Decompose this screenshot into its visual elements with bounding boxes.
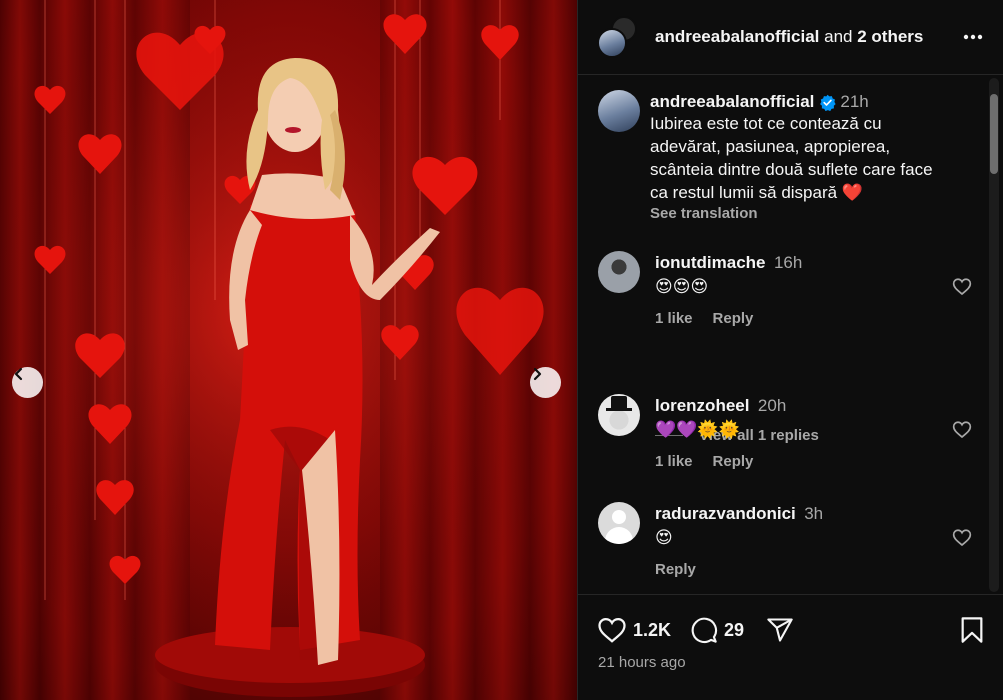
comment-username[interactable]: radurazvandonici xyxy=(655,504,796,523)
like-comment-button[interactable] xyxy=(952,528,972,552)
comment-button[interactable]: 29 xyxy=(690,616,744,644)
more-icon xyxy=(963,34,983,40)
reply-button[interactable]: Reply xyxy=(713,310,754,327)
post-header: andreeabalanofficial and 2 others xyxy=(578,0,1003,75)
bookmark-icon xyxy=(961,617,983,643)
comment-text: 💜💜🌞🌞 xyxy=(655,420,740,439)
caption-username[interactable]: andreeabalanofficial xyxy=(650,92,814,112)
chevron-right-icon xyxy=(533,367,542,381)
avatar[interactable] xyxy=(598,251,640,293)
comment-count: 29 xyxy=(724,619,745,640)
author-username[interactable]: andreeabalanofficial xyxy=(655,27,819,46)
scrollbar-thumb[interactable] xyxy=(990,94,998,174)
see-translation-link[interactable]: See translation xyxy=(650,205,980,222)
like-comment-button[interactable] xyxy=(952,277,972,301)
caption-time: 21h xyxy=(840,92,869,111)
photo-illustration xyxy=(0,0,577,700)
comment-username[interactable]: lorenzoheel xyxy=(655,396,749,415)
post-side-panel: andreeabalanofficial and 2 others andree… xyxy=(577,0,1003,700)
avatar[interactable] xyxy=(598,90,640,132)
avatar[interactable] xyxy=(597,28,627,58)
comment-item: radurazvandonici 3h 😍 Reply xyxy=(598,502,988,592)
share-button[interactable] xyxy=(766,616,794,644)
post-timestamp: 21 hours ago xyxy=(598,654,686,671)
previous-photo-button[interactable] xyxy=(12,367,43,398)
comment-icon xyxy=(691,617,717,643)
share-icon xyxy=(767,618,793,642)
comments-list[interactable]: andreeabalanofficial 21h Iubirea este to… xyxy=(578,76,988,594)
caption-line: adevărat, pasiunea, apropierea, xyxy=(650,137,891,156)
verified-icon xyxy=(820,94,837,111)
post-actions: 1.2K 29 21 hours ago xyxy=(578,594,1003,700)
save-button[interactable] xyxy=(960,616,984,644)
heart-icon xyxy=(952,421,972,439)
like-count[interactable]: 1.2K xyxy=(633,620,671,641)
caption-line: ca restul lumii să dispară ❤️ xyxy=(650,183,863,202)
comment-text: 😍😍😍 xyxy=(655,277,709,296)
heart-icon xyxy=(598,617,626,643)
others-link[interactable]: 2 others xyxy=(857,27,923,46)
chevron-left-icon xyxy=(14,367,23,381)
collab-avatars[interactable] xyxy=(597,16,639,58)
comment-item: ionutdimache 16h 😍😍😍 1 like Reply View al… xyxy=(598,251,988,444)
heart-icon xyxy=(952,278,972,296)
comment-likes[interactable]: 1 like xyxy=(655,310,693,327)
reply-button[interactable]: Reply xyxy=(713,453,754,470)
caption-line: scânteia dintre două suflete care face xyxy=(650,160,933,179)
reply-button[interactable]: Reply xyxy=(655,561,696,578)
post-authors: andreeabalanofficial and 2 others xyxy=(655,27,923,47)
comment-time: 3h xyxy=(804,504,824,523)
more-options-button[interactable] xyxy=(963,27,983,45)
comment-username[interactable]: ionutdimache xyxy=(655,253,766,272)
comment-likes[interactable]: 1 like xyxy=(655,453,693,470)
heart-icon xyxy=(952,529,972,547)
like-button[interactable]: 1.2K xyxy=(597,616,671,644)
caption-line: Iubirea este tot ce contează cu xyxy=(650,114,882,133)
comment-time: 20h xyxy=(757,396,787,415)
avatar[interactable] xyxy=(598,502,640,544)
and-text: and xyxy=(824,27,853,46)
caption-text: Iubirea este tot ce contează cu adevărat… xyxy=(650,112,980,204)
avatar[interactable] xyxy=(598,394,640,436)
comment-time: 16h xyxy=(773,253,803,272)
like-comment-button[interactable] xyxy=(952,420,972,444)
comment-item: lorenzoheel 20h 💜💜🌞🌞 1 like Reply xyxy=(598,394,988,494)
comment-text: 😍 xyxy=(655,528,673,547)
post-photo[interactable] xyxy=(0,0,577,700)
next-photo-button[interactable] xyxy=(530,367,561,398)
